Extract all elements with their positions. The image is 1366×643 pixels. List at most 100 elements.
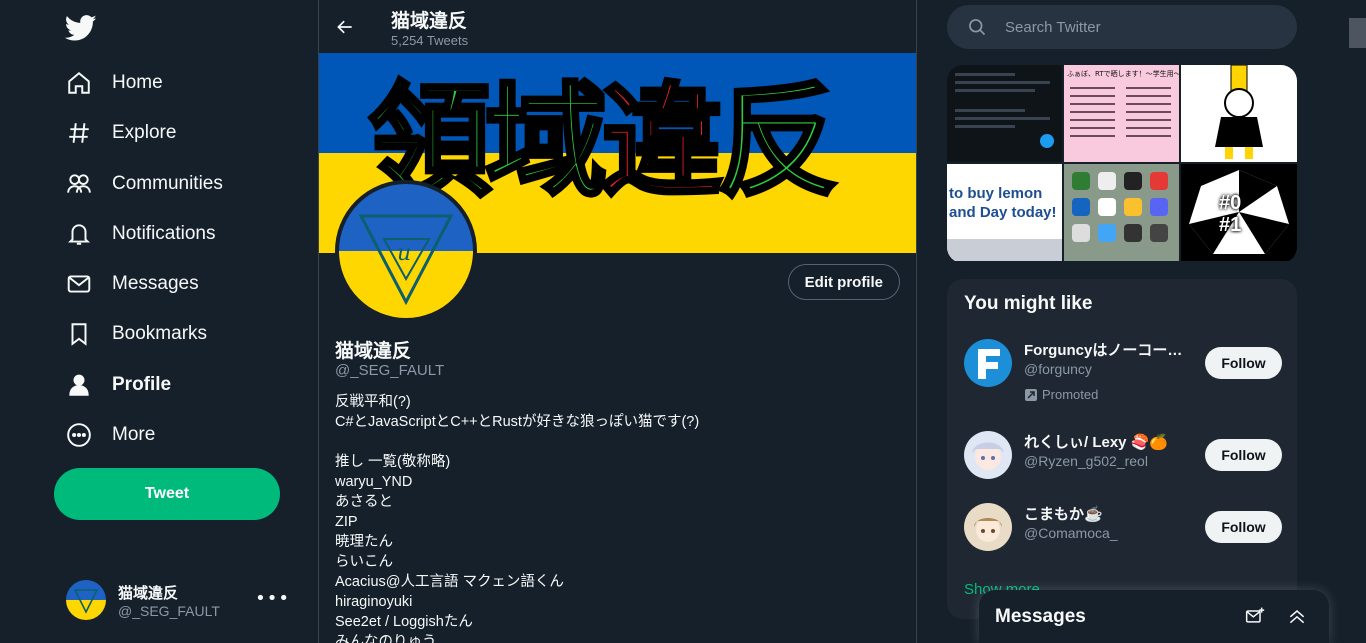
profile-header: 猫域違反 5,254 Tweets [319, 0, 916, 53]
media-tile[interactable]: to buy lemon and Day today! [947, 164, 1062, 261]
account-name: 猫域違反 [118, 584, 179, 602]
left-sidebar: Home Explore Communities Notifications M… [0, 0, 318, 643]
nav-label: Profile [112, 374, 172, 395]
hashtag-icon [69, 123, 89, 143]
bio-line: waryu_YND [335, 474, 413, 490]
bio-line: 暁理たん [335, 534, 393, 550]
edit-profile-button[interactable]: Edit profile [787, 264, 900, 300]
banner-text-green: 反 [715, 71, 841, 213]
media-tile-text: ふぁぼ、RTで晒します！〜学生用〜 [1067, 70, 1179, 78]
messages-drawer[interactable]: Messages [979, 590, 1329, 643]
suggested-handle: @Comamoca_ [1024, 525, 1118, 541]
bio-line: らいこん [335, 554, 393, 570]
banner-text: 領域違反 [367, 79, 841, 205]
suggested-account[interactable]: Forguncyはノーコード… @forguncy Promoted Follo… [964, 335, 1282, 402]
media-tile[interactable] [1064, 164, 1179, 261]
media-tile-text: #0 #1 [1219, 192, 1242, 236]
bio-line: あさると [335, 494, 393, 510]
section-title: You might like [964, 293, 1093, 314]
nav-label: Explore [112, 122, 177, 143]
profile-handle: @_SEG_FAULT [335, 362, 445, 379]
bio-line: See2et / Loggishたん [335, 614, 473, 630]
bio-line: Acacius@人工言語 マクェン語くん [335, 574, 564, 590]
suggested-handle: @forguncy [1024, 361, 1092, 377]
bio-line [335, 432, 895, 452]
more-circle-icon [67, 423, 91, 447]
chevron-up-icon[interactable] [1287, 606, 1307, 626]
media-tile[interactable]: #0 #1 [1181, 164, 1297, 261]
nav-label: Messages [112, 273, 199, 294]
nav-profile[interactable]: Profile [54, 361, 183, 409]
account-handle: @_SEG_FAULT [118, 602, 220, 619]
search-icon [969, 19, 986, 36]
svg-text:u: u [397, 241, 411, 266]
nav-label: Notifications [112, 223, 216, 244]
scrollbar-thumb[interactable] [1349, 18, 1366, 48]
media-tile-text: to buy lemon and Day today! [949, 185, 1057, 221]
banner-text-red: 違 [599, 71, 725, 213]
right-sidebar: ふぁぼ、RTで晒します！〜学生用〜 to buy lemon and Day t… [947, 0, 1297, 643]
profile-column: 猫域違反 5,254 Tweets 領域違反 u Edit profile 猫域… [318, 0, 917, 643]
bio-line: みんなのりゅう [335, 634, 437, 643]
avatar [964, 503, 1012, 551]
follow-button[interactable]: Follow [1205, 511, 1282, 543]
communities-icon [67, 174, 91, 193]
tweet-count: 5,254 Tweets [391, 32, 469, 48]
page-scrollbar[interactable] [1349, 0, 1366, 643]
page-title: 猫域違反 [391, 10, 468, 32]
media-tile-footer [947, 239, 1062, 261]
promoted-icon [1025, 388, 1037, 401]
profile-media-grid: ふぁぼ、RTで晒します！〜学生用〜 to buy lemon and Day t… [947, 65, 1297, 263]
nav-notifications[interactable]: Notifications [54, 210, 228, 258]
bookmark-icon [71, 323, 87, 346]
back-arrow-icon[interactable] [335, 17, 355, 37]
account-switcher[interactable]: 猫域違反 @_SEG_FAULT ••• [54, 570, 304, 630]
follow-button[interactable]: Follow [1205, 347, 1282, 379]
person-icon [69, 374, 89, 396]
who-to-follow: You might like Forguncyはノーコード… @forguncy… [947, 279, 1297, 619]
nav-label: More [112, 424, 156, 445]
nav-explore[interactable]: Explore [54, 109, 188, 157]
suggested-account[interactable]: れくしぃ/ Lexy 🍣🍊 @Ryzen_g502_reol Follow [964, 427, 1282, 487]
promoted-label: Promoted [1024, 387, 1098, 402]
new-message-icon[interactable] [1245, 606, 1265, 626]
search-bar[interactable] [947, 5, 1297, 49]
envelope-icon [67, 275, 91, 293]
profile-name: 猫域違反 [335, 341, 412, 362]
profile-bio: 反戦平和(?) C#とJavaScriptとC++とRustが好きな狼っぽい猫で… [335, 392, 895, 643]
nav-label: Communities [112, 173, 223, 194]
nav-communities[interactable]: Communities [54, 160, 235, 208]
nav-label: Bookmarks [112, 323, 208, 344]
avatar [66, 580, 106, 620]
follow-button[interactable]: Follow [1205, 439, 1282, 471]
suggested-name[interactable]: れくしぃ/ Lexy 🍣🍊 [1024, 431, 1194, 452]
search-input[interactable] [1005, 18, 1265, 36]
home-icon [68, 71, 90, 94]
drawer-title: Messages [995, 605, 1086, 627]
media-tile[interactable]: ふぁぼ、RTで晒します！〜学生用〜 [1064, 65, 1179, 162]
drawer-actions [1245, 606, 1307, 626]
nav-bookmarks[interactable]: Bookmarks [54, 310, 219, 358]
bio-line: hiraginoyuki [335, 594, 413, 610]
bio-line: ZIP [335, 514, 358, 530]
media-tile[interactable] [1181, 65, 1297, 162]
suggested-handle: @Ryzen_g502_reol [1024, 453, 1148, 469]
twitter-bird-icon[interactable] [64, 12, 98, 44]
bio-line: C#とJavaScriptとC++とRustが好きな狼っぽい猫です(?) [335, 414, 700, 430]
promoted-text: Promoted [1042, 387, 1099, 402]
avatar [964, 339, 1012, 387]
bell-icon [67, 224, 91, 245]
nav-messages[interactable]: Messages [54, 260, 211, 308]
tweet-button[interactable]: Tweet [54, 468, 280, 520]
nav-label: Home [112, 72, 163, 93]
nav-home[interactable]: Home [54, 59, 175, 107]
bio-line: 推し 一覧(敬称略) [335, 454, 451, 470]
avatar [964, 431, 1012, 479]
more-dots-icon[interactable]: ••• [255, 588, 290, 609]
suggested-name[interactable]: Forguncyはノーコード… [1024, 339, 1194, 360]
nav-more[interactable]: More [54, 411, 167, 459]
profile-avatar[interactable]: u [335, 180, 477, 322]
suggested-name[interactable]: こまもか☕ [1024, 503, 1194, 524]
media-tile[interactable] [947, 65, 1062, 162]
suggested-account[interactable]: こまもか☕ @Comamoca_ Follow [964, 499, 1282, 559]
